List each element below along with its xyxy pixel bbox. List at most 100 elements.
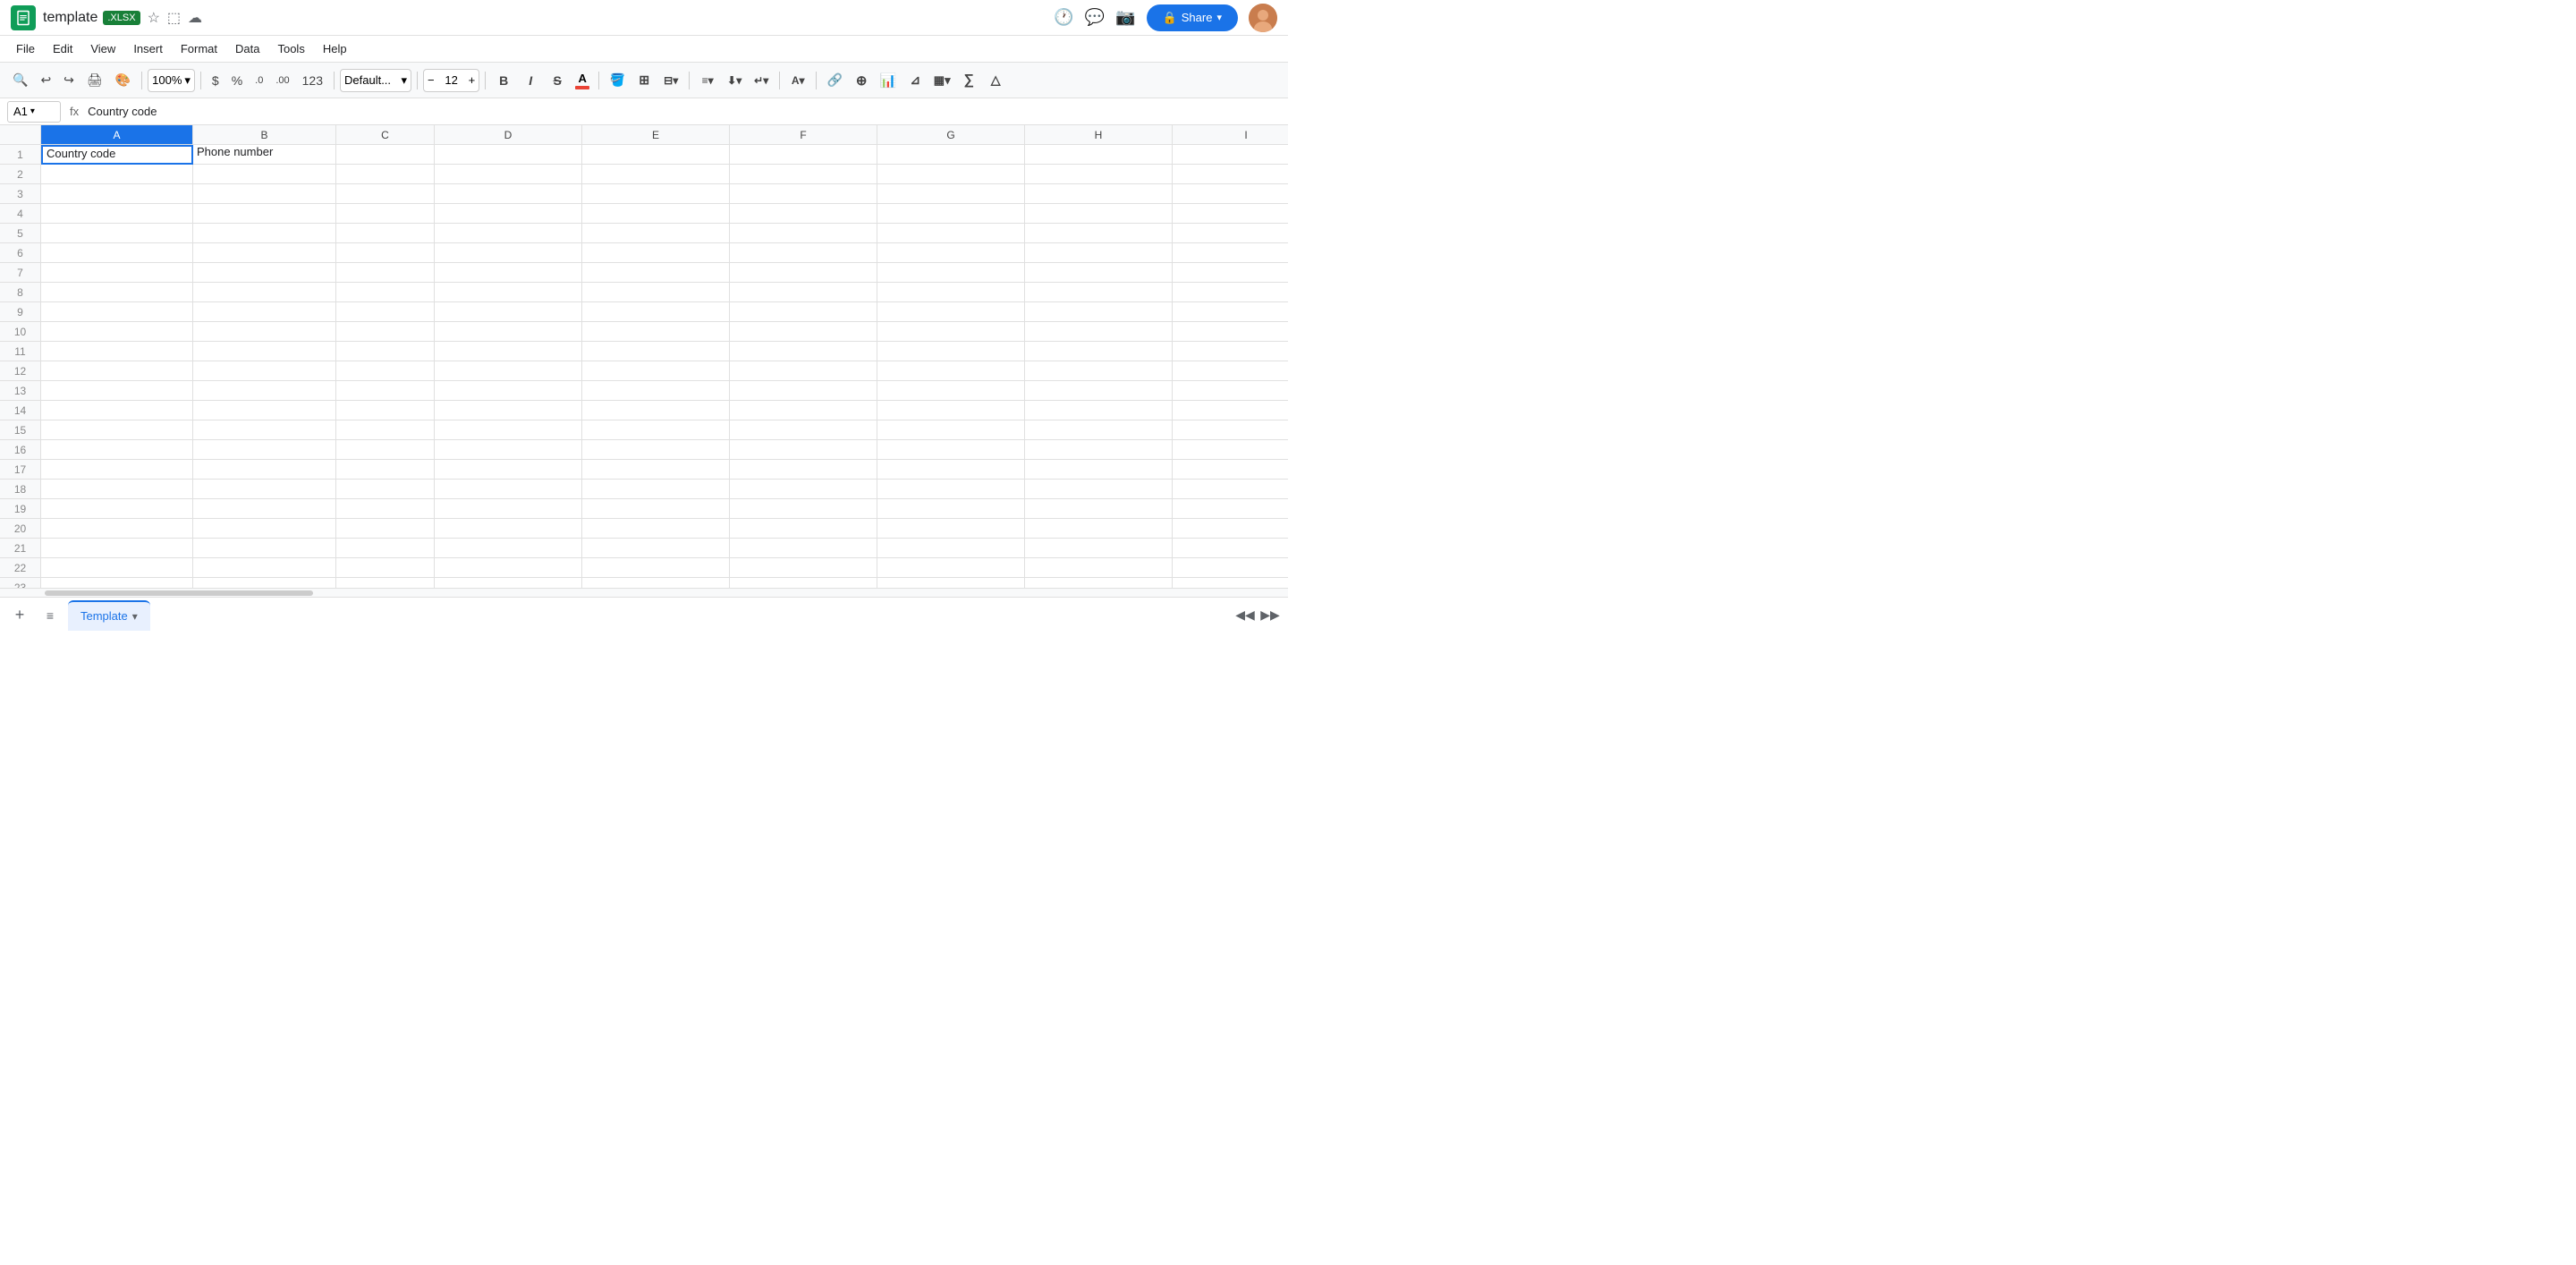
font-size-inc-button[interactable]: + [467,73,478,87]
cell-G6[interactable] [877,243,1025,263]
cell-G7[interactable] [877,263,1025,283]
cell-E1[interactable] [582,145,730,165]
cell-E17[interactable] [582,460,730,480]
cell-G20[interactable] [877,519,1025,539]
share-button[interactable]: 🔒 Share ▾ [1147,4,1238,31]
cell-B4[interactable] [193,204,336,224]
row-number-22[interactable]: 22 [0,558,41,578]
cell-D18[interactable] [435,480,582,499]
cell-B23[interactable] [193,578,336,588]
col-header-i[interactable]: I [1173,125,1288,145]
sheet-tab-dropdown[interactable]: ▾ [132,610,138,623]
col-header-e[interactable]: E [582,125,730,145]
cell-H7[interactable] [1025,263,1173,283]
cell-D9[interactable] [435,302,582,322]
cell-C4[interactable] [336,204,435,224]
cell-I11[interactable] [1173,342,1288,361]
cell-H12[interactable] [1025,361,1173,381]
row-number-6[interactable]: 6 [0,243,41,263]
menu-file[interactable]: File [7,38,44,59]
cell-E6[interactable] [582,243,730,263]
cell-B12[interactable] [193,361,336,381]
add-sheet-button[interactable]: + [7,603,32,628]
cell-I3[interactable] [1173,184,1288,204]
cell-C22[interactable] [336,558,435,578]
row-number-15[interactable]: 15 [0,420,41,440]
cell-B18[interactable] [193,480,336,499]
cell-G22[interactable] [877,558,1025,578]
menu-view[interactable]: View [81,38,124,59]
row-number-11[interactable]: 11 [0,342,41,361]
cell-H22[interactable] [1025,558,1173,578]
cell-B16[interactable] [193,440,336,460]
cell-F1[interactable] [730,145,877,165]
cell-F10[interactable] [730,322,877,342]
row-number-2[interactable]: 2 [0,165,41,184]
cell-H1[interactable] [1025,145,1173,165]
cell-C10[interactable] [336,322,435,342]
cell-A9[interactable] [41,302,193,322]
cell-A3[interactable] [41,184,193,204]
cell-D3[interactable] [435,184,582,204]
cell-A14[interactable] [41,401,193,420]
fill-color-button[interactable]: 🪣 [605,68,630,93]
cell-F7[interactable] [730,263,877,283]
row-number-19[interactable]: 19 [0,499,41,519]
cell-I15[interactable] [1173,420,1288,440]
cell-C17[interactable] [336,460,435,480]
borders-button[interactable]: ⊞ [631,68,657,93]
cell-A12[interactable] [41,361,193,381]
cell-G9[interactable] [877,302,1025,322]
cell-F13[interactable] [730,381,877,401]
row-number-13[interactable]: 13 [0,381,41,401]
row-number-16[interactable]: 16 [0,440,41,460]
cell-D20[interactable] [435,519,582,539]
menu-help[interactable]: Help [314,38,356,59]
sheet-menu-button[interactable]: ≡ [38,603,63,628]
cell-H5[interactable] [1025,224,1173,243]
num-format-button[interactable]: 123 [297,68,328,93]
cell-F20[interactable] [730,519,877,539]
cell-F22[interactable] [730,558,877,578]
cell-G19[interactable] [877,499,1025,519]
row-number-3[interactable]: 3 [0,184,41,204]
cell-D19[interactable] [435,499,582,519]
cell-H17[interactable] [1025,460,1173,480]
cell-D14[interactable] [435,401,582,420]
cell-C1[interactable] [336,145,435,165]
cell-A1[interactable]: Country code [41,145,193,165]
cell-C14[interactable] [336,401,435,420]
cell-C13[interactable] [336,381,435,401]
cell-D2[interactable] [435,165,582,184]
cell-D11[interactable] [435,342,582,361]
cell-I4[interactable] [1173,204,1288,224]
cell-B5[interactable] [193,224,336,243]
cell-A13[interactable] [41,381,193,401]
row-number-12[interactable]: 12 [0,361,41,381]
cell-H9[interactable] [1025,302,1173,322]
cell-D12[interactable] [435,361,582,381]
cell-B15[interactable] [193,420,336,440]
collapse-toolbar-button[interactable]: △ [983,68,1008,93]
cell-A21[interactable] [41,539,193,558]
row-number-18[interactable]: 18 [0,480,41,499]
cell-H21[interactable] [1025,539,1173,558]
cell-F17[interactable] [730,460,877,480]
camera-icon[interactable]: 📷 [1115,8,1135,27]
cell-I22[interactable] [1173,558,1288,578]
row-number-23[interactable]: 23 [0,578,41,588]
cell-G3[interactable] [877,184,1025,204]
cell-H6[interactable] [1025,243,1173,263]
cell-B21[interactable] [193,539,336,558]
row-number-21[interactable]: 21 [0,539,41,558]
cell-A5[interactable] [41,224,193,243]
cell-E18[interactable] [582,480,730,499]
wrap-button[interactable]: ↵▾ [749,68,774,93]
search-button[interactable]: 🔍 [7,68,33,93]
cell-I2[interactable] [1173,165,1288,184]
nav-left-end[interactable]: ◀◀ [1234,605,1256,626]
cell-D5[interactable] [435,224,582,243]
cell-I17[interactable] [1173,460,1288,480]
nav-right-end[interactable]: ▶▶ [1259,605,1281,626]
cell-D6[interactable] [435,243,582,263]
